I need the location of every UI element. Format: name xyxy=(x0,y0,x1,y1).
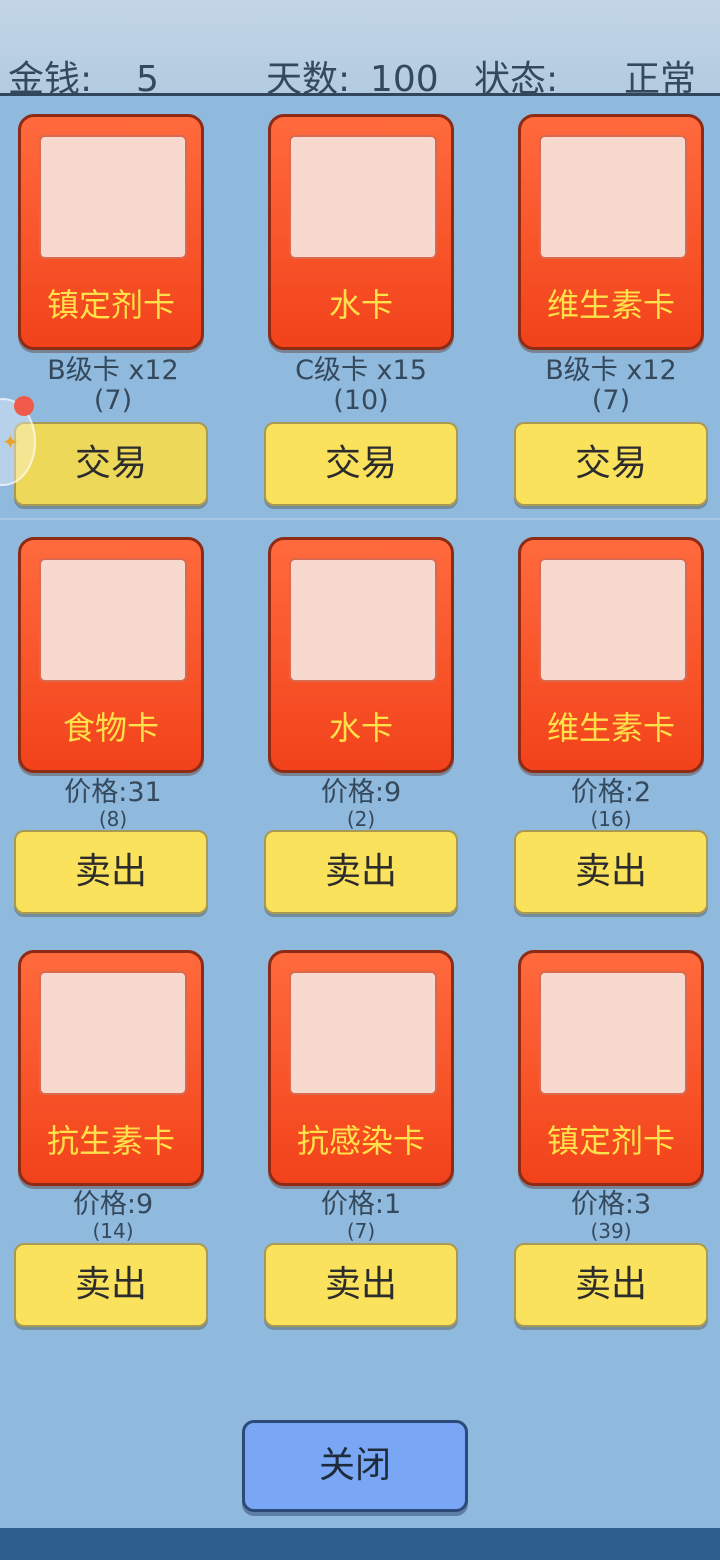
card-count: (7) xyxy=(591,385,631,416)
card-grade: B级卡 x12 xyxy=(545,355,677,386)
bottom-strip xyxy=(0,1528,720,1560)
card-price: 价格:9 xyxy=(72,1189,154,1220)
sell-button-2[interactable]: 卖出 xyxy=(264,830,458,914)
card-art xyxy=(39,558,187,682)
sell-card-5[interactable]: 抗感染卡 xyxy=(268,950,454,1186)
card-count: (7) xyxy=(346,1219,376,1243)
card-art xyxy=(289,971,437,1095)
card-price: 价格:2 xyxy=(570,777,652,808)
card-count: (39) xyxy=(590,1219,632,1243)
card-info: B级卡 x12 (7) xyxy=(516,356,706,416)
card-price: 价格:9 xyxy=(320,777,402,808)
card-art xyxy=(539,971,687,1095)
card-count: (8) xyxy=(98,807,128,831)
card-info: 价格:9 (14) xyxy=(18,1189,208,1243)
close-button[interactable]: 关闭 xyxy=(242,1420,468,1512)
card-count: (7) xyxy=(93,385,133,416)
card-price: 价格:3 xyxy=(570,1189,652,1220)
sell-button-4[interactable]: 卖出 xyxy=(14,1243,208,1327)
card-art xyxy=(539,558,687,682)
card-info: C级卡 x15 (10) xyxy=(266,356,456,416)
card-name: 维生素卡 xyxy=(546,286,675,324)
sell-card-2[interactable]: 水卡 xyxy=(268,537,454,773)
card-name: 食物卡 xyxy=(62,709,159,747)
card-count: (16) xyxy=(590,807,632,831)
state-value: 正常 xyxy=(624,59,697,96)
card-art xyxy=(39,971,187,1095)
trade-button-3[interactable]: 交易 xyxy=(514,422,708,506)
trade-button-1[interactable]: 交易 xyxy=(14,422,208,506)
card-name: 镇定剂卡 xyxy=(546,1122,675,1160)
sell-button-1[interactable]: 卖出 xyxy=(14,830,208,914)
card-art xyxy=(289,135,437,259)
card-art xyxy=(539,135,687,259)
card-count: (10) xyxy=(333,385,389,416)
card-name: 抗生素卡 xyxy=(46,1122,175,1160)
section-divider xyxy=(0,518,720,520)
money-value: 5 xyxy=(136,59,159,96)
sell-card-6[interactable]: 镇定剂卡 xyxy=(518,950,704,1186)
card-info: 价格:9 (2) xyxy=(266,777,456,831)
trade-card-1[interactable]: 镇定剂卡 xyxy=(18,114,204,350)
state-label: 状态: xyxy=(474,59,559,96)
card-price: 价格:31 xyxy=(64,777,162,808)
card-name: 抗感染卡 xyxy=(296,1122,425,1160)
sell-card-1[interactable]: 食物卡 xyxy=(18,537,204,773)
sell-card-3[interactable]: 维生素卡 xyxy=(518,537,704,773)
card-grade: B级卡 x12 xyxy=(47,355,179,386)
sell-button-6[interactable]: 卖出 xyxy=(514,1243,708,1327)
card-name: 镇定剂卡 xyxy=(46,286,175,324)
trade-card-3[interactable]: 维生素卡 xyxy=(518,114,704,350)
notification-dot-icon xyxy=(14,396,34,416)
card-info: 价格:31 (8) xyxy=(18,777,208,831)
card-count: (14) xyxy=(92,1219,134,1243)
status-bar: 金钱: 5 天数: 100 状态: 正常 xyxy=(0,0,720,96)
card-name: 水卡 xyxy=(328,286,393,324)
card-info: 价格:3 (39) xyxy=(516,1189,706,1243)
trade-card-2[interactable]: 水卡 xyxy=(268,114,454,350)
card-name: 水卡 xyxy=(328,709,393,747)
card-art xyxy=(39,135,187,259)
card-info: 价格:1 (7) xyxy=(266,1189,456,1243)
card-count: (2) xyxy=(346,807,376,831)
card-info: B级卡 x12 (7) xyxy=(18,356,208,416)
card-art xyxy=(289,558,437,682)
star-icon: ✦ xyxy=(2,430,19,454)
card-name: 维生素卡 xyxy=(546,709,675,747)
card-grade: C级卡 x15 xyxy=(295,355,427,386)
card-info: 价格:2 (16) xyxy=(516,777,706,831)
sell-button-3[interactable]: 卖出 xyxy=(514,830,708,914)
sell-button-5[interactable]: 卖出 xyxy=(264,1243,458,1327)
sell-card-4[interactable]: 抗生素卡 xyxy=(18,950,204,1186)
days-value: 100 xyxy=(370,59,439,96)
card-price: 价格:1 xyxy=(320,1189,402,1220)
days-label: 天数: xyxy=(266,59,351,96)
trade-button-2[interactable]: 交易 xyxy=(264,422,458,506)
money-label: 金钱: xyxy=(8,59,93,96)
